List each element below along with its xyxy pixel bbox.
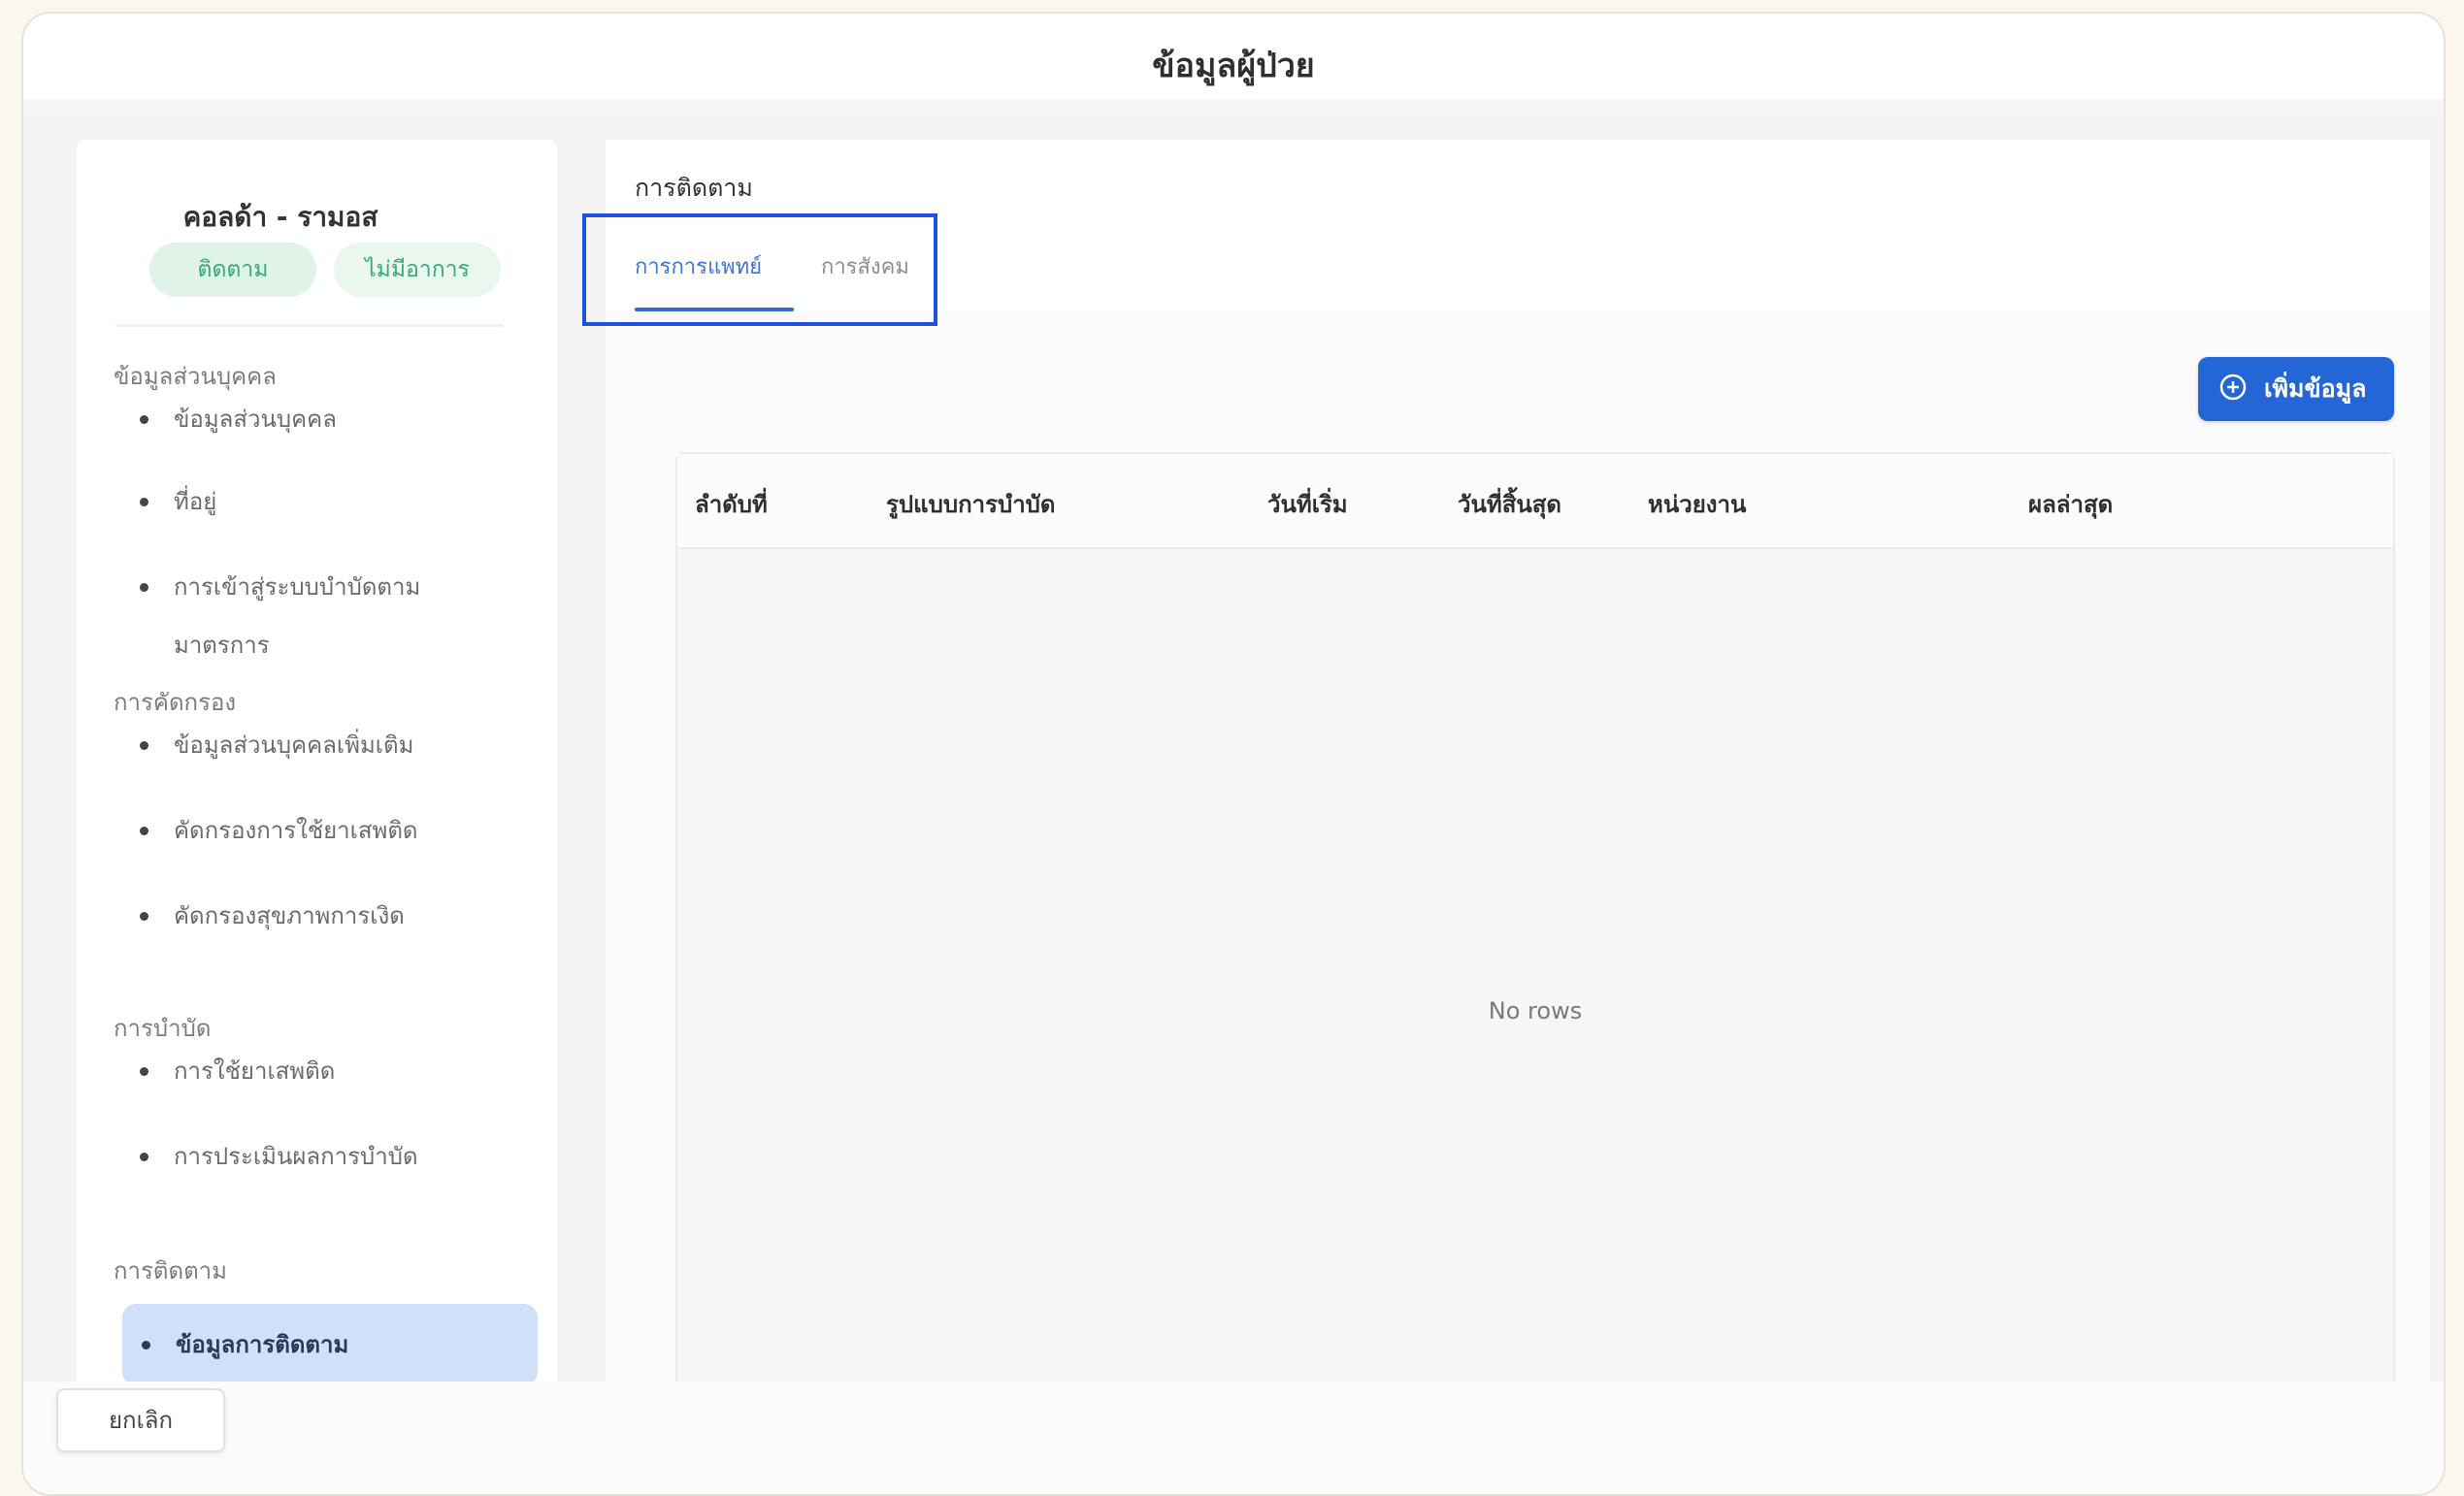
sidebar-item-label: คัดกรองสุขภาพการเงิด (174, 902, 405, 929)
main-panel: การติดตาม การการแพทย์ การสังคม เพิ่มข้อม… (606, 140, 2430, 1422)
bullet-icon (140, 583, 148, 592)
sidebar-item-additional-info[interactable]: ข้อมูลส่วนบุคคลเพิ่มเติม (120, 716, 494, 774)
sidebar-item-label: ข้อมูลส่วนบุคคล (174, 406, 337, 433)
bullet-icon (140, 912, 148, 921)
sidebar-divider (115, 324, 504, 327)
bullet-icon (142, 1341, 150, 1350)
add-data-button[interactable]: เพิ่มข้อมูล (2198, 357, 2394, 421)
sidebar-item-drug-use[interactable]: การใช้ยาเสพติด (120, 1042, 494, 1100)
sidebar-item-treatment-evaluation[interactable]: การประเมินผลการบำบัด (120, 1127, 494, 1186)
add-circle-icon (2219, 374, 2247, 401)
title-divider (23, 99, 2444, 113)
column-header-agency[interactable]: หน่วยงาน (1648, 485, 1746, 523)
bullet-icon (140, 741, 148, 750)
sidebar-item-treatment-entry[interactable]: การเข้าสู่ระบบบำบัดตามมาตรการ (120, 558, 494, 659)
status-badge-follow: ติดตาม (149, 243, 316, 297)
cancel-button[interactable]: ยกเลิก (56, 1388, 225, 1452)
sidebar: คอลด้า - รามอส ติดตาม ไม่มีอาการ ข้อมูลส… (77, 140, 557, 1401)
patient-name: คอลด้า - รามอส (182, 201, 378, 233)
bullet-icon (140, 1153, 148, 1161)
column-header-start-date[interactable]: วันที่เริ่ม (1267, 485, 1348, 523)
sidebar-item-address[interactable]: ที่อยู่ (120, 472, 494, 531)
footer-bar (23, 1382, 2444, 1494)
tab-highlight-box (582, 213, 937, 326)
sidebar-item-label: ข้อมูลการติดตาม (176, 1331, 349, 1358)
sidebar-item-label: คัดกรองการใช้ยาเสพติด (174, 817, 418, 844)
sidebar-item-label: ที่อยู่ (174, 488, 217, 515)
column-header-latest-result[interactable]: ผลล่าสุด (2028, 485, 2113, 523)
column-header-end-date[interactable]: วันที่สิ้นสุด (1458, 485, 1561, 523)
sidebar-item-health-screening[interactable]: คัดกรองสุขภาพการเงิด (120, 887, 494, 945)
status-badge-symptom: ไม่มีอาการ (334, 243, 501, 297)
patient-info-window: ข้อมูลผู้ป่วย คอลด้า - รามอส ติดตาม ไม่ม… (21, 12, 2446, 1496)
sidebar-section-followup: การติดตาม (114, 1257, 227, 1285)
sidebar-item-personal-info[interactable]: ข้อมูลส่วนบุคคล (120, 390, 494, 448)
bullet-icon (140, 415, 148, 424)
sidebar-item-label: การใช้ยาเสพติด (174, 1057, 336, 1085)
add-button-label: เพิ่มข้อมูล (2264, 374, 2367, 403)
sidebar-item-label: การประเมินผลการบำบัด (174, 1143, 418, 1170)
section-label: การติดตาม (635, 174, 753, 202)
sidebar-item-drug-screening[interactable]: คัดกรองการใช้ยาเสพติด (120, 801, 494, 860)
sidebar-item-followup-info[interactable]: ข้อมูลการติดตาม (122, 1304, 538, 1385)
column-header-order[interactable]: ลำดับที่ (695, 485, 768, 523)
window-title: ข้อมูลผู้ป่วย (1152, 47, 1315, 85)
column-header-treatment-type[interactable]: รูปแบบการบำบัด (886, 485, 1056, 523)
bullet-icon (140, 1067, 148, 1076)
empty-table-message: No rows (1488, 997, 1583, 1024)
followup-table: ลำดับที่ รูปแบบการบำบัด วันที่เริ่ม วันท… (675, 452, 2395, 1422)
sidebar-item-label: การเข้าสู่ระบบบำบัดตามมาตรการ (174, 573, 421, 659)
sidebar-item-label: ข้อมูลส่วนบุคคลเพิ่มเติม (174, 732, 414, 759)
bullet-icon (140, 827, 148, 835)
bullet-icon (140, 498, 148, 506)
table-header: ลำดับที่ รูปแบบการบำบัด วันที่เริ่ม วันท… (677, 454, 2393, 549)
